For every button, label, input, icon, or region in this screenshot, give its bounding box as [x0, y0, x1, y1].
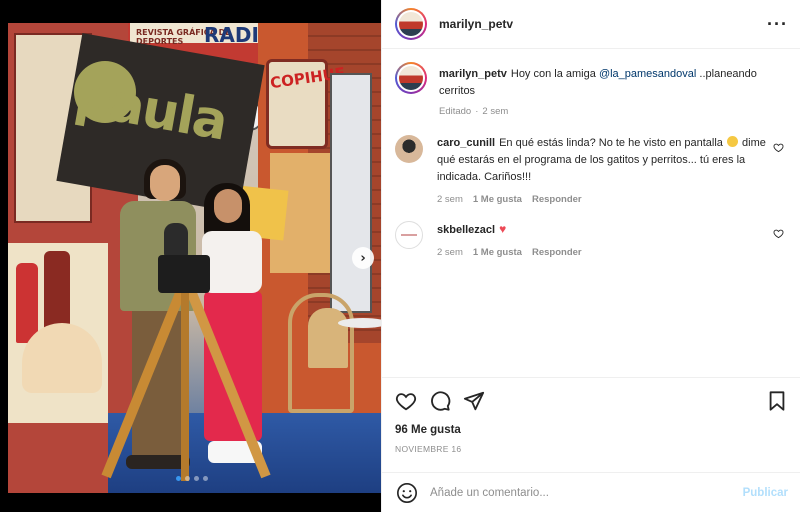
carousel-dot [185, 476, 190, 481]
publish-button[interactable]: Publicar [743, 487, 788, 499]
chair [308, 308, 348, 368]
heart-icon[interactable] [395, 390, 417, 412]
comment-icon[interactable] [429, 390, 451, 412]
post-header: marilyn_petv ··· [382, 0, 800, 49]
instagram-post-modal: REVISTA GRÁFICA DE DEPORTES RADIO COPIHU… [0, 0, 800, 512]
cafe-table [338, 318, 381, 328]
comment-likes[interactable]: 1 Me gusta [473, 247, 522, 258]
person-uniform-face [150, 165, 180, 201]
avatar-logo [401, 234, 417, 236]
author-avatar[interactable] [395, 8, 427, 40]
carousel-dot [176, 476, 181, 481]
post-photo[interactable]: REVISTA GRÁFICA DE DEPORTES RADIO COPIHU… [8, 23, 381, 493]
post-actions: 96 Me gusta NOVIEMBRE 16 [382, 377, 800, 454]
mirror [330, 73, 372, 313]
comment-text: En qué estás linda? No te he visto en pa… [499, 137, 723, 149]
person-red-pants [204, 291, 262, 441]
film-camera [158, 255, 210, 293]
comment-time[interactable]: 2 sem [437, 247, 463, 258]
post-date[interactable]: NOVIEMBRE 16 [395, 444, 788, 454]
person-white-top [202, 231, 262, 293]
comments-list: marilyn_petv Hoy con la amiga @la_pamesan… [382, 50, 800, 377]
chevron-right-icon: › [360, 250, 366, 266]
bookmark-icon[interactable] [766, 390, 788, 412]
comment-item: skbellezacl ♥ 2 sem 1 Me gusta Responder [395, 221, 788, 258]
author-username[interactable]: marilyn_petv [439, 17, 513, 31]
edited-time: 2 sem [482, 106, 509, 117]
post-side-panel: marilyn_petv ··· marilyn_petv Hoy con la … [381, 0, 800, 512]
red-heart-emoji-icon: ♥ [499, 222, 507, 236]
likes-count[interactable]: 96 Me gusta [395, 424, 788, 436]
caption-username[interactable]: marilyn_petv [439, 68, 507, 80]
comment-composer: Publicar [382, 472, 800, 512]
paper-plane-icon[interactable] [463, 390, 485, 412]
commenter-avatar[interactable] [395, 135, 423, 163]
caption-text: Hoy con la amiga [510, 68, 596, 80]
worried-face-emoji-icon [726, 136, 738, 147]
reply-button[interactable]: Responder [532, 247, 582, 258]
caption-avatar[interactable] [395, 62, 427, 94]
reply-button[interactable]: Responder [532, 194, 582, 205]
comment-like-heart-icon[interactable] [773, 228, 784, 239]
smiley-icon[interactable] [396, 482, 418, 504]
comment-input[interactable] [430, 486, 743, 499]
carousel-dot [203, 476, 208, 481]
commenter-username[interactable]: caro_cunill [437, 137, 495, 149]
comment-time[interactable]: 2 sem [437, 194, 463, 205]
tripod-leg [181, 291, 189, 481]
poster-bottle [16, 263, 38, 343]
commenter-avatar[interactable] [395, 221, 423, 249]
carousel-indicator [176, 476, 208, 481]
post-photo-panel: REVISTA GRÁFICA DE DEPORTES RADIO COPIHU… [0, 0, 381, 512]
carousel-next-button[interactable]: › [352, 247, 374, 269]
edited-label: Editado [439, 106, 472, 117]
carousel-dot [194, 476, 199, 481]
comment-item: caro_cunill En qué estás linda? No te he … [395, 135, 788, 205]
poster-character [22, 323, 102, 393]
caption: marilyn_petv Hoy con la amiga @la_pamesan… [395, 62, 788, 117]
person-face [214, 189, 242, 223]
more-options-icon[interactable]: ··· [767, 14, 788, 35]
comment-like-heart-icon[interactable] [773, 142, 784, 153]
comment-likes[interactable]: 1 Me gusta [473, 194, 522, 205]
separator: · [475, 106, 479, 117]
commenter-username[interactable]: skbellezacl [437, 224, 495, 236]
caption-mention[interactable]: @la_pamesandoval [599, 68, 696, 80]
